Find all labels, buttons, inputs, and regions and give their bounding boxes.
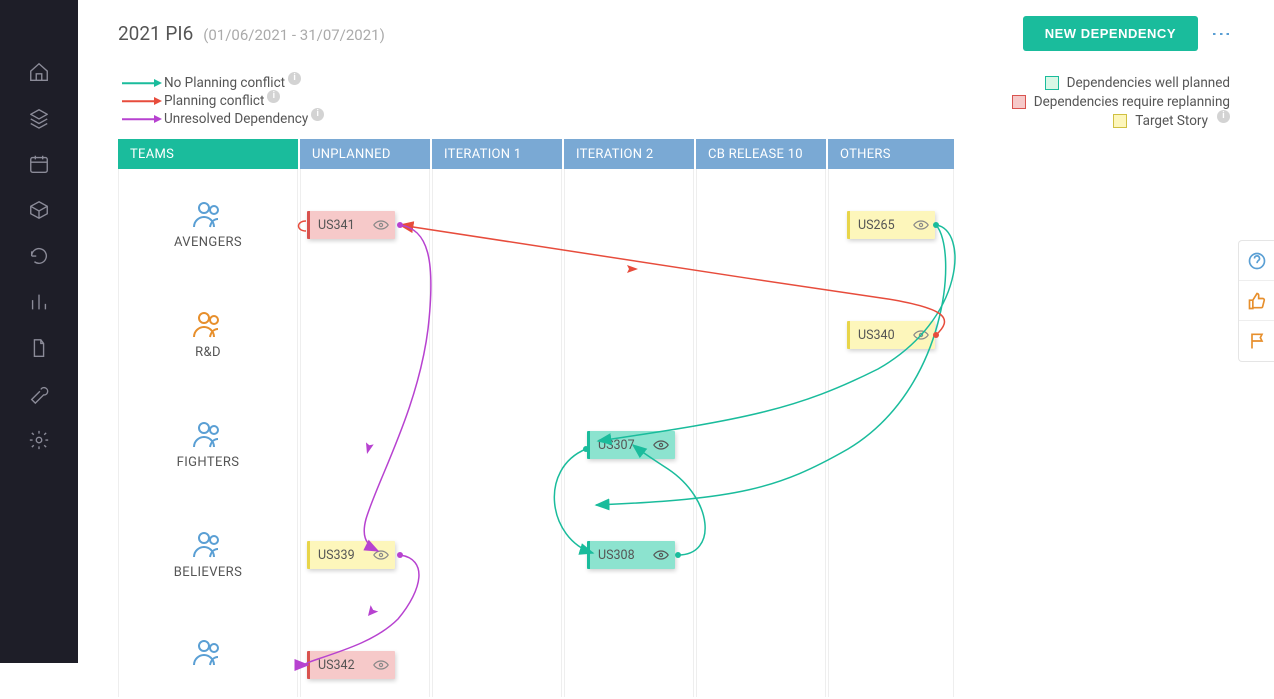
page-header: 2021 PI6 (01/06/2021 - 31/07/2021) NEW D… [118, 10, 1234, 57]
eye-icon[interactable] [653, 549, 669, 561]
column-header: UNPLANNED [300, 139, 430, 169]
box-icon[interactable] [27, 198, 51, 222]
team-row[interactable] [119, 609, 297, 697]
refresh-icon[interactable] [27, 244, 51, 268]
legend-well-planned: Dependencies well planned [1045, 75, 1230, 91]
eye-icon[interactable] [373, 659, 389, 671]
legend-label: Planning conflict [164, 93, 264, 109]
column-teams: TEAMS AVENGERS R&D FIGHTERS BELIEVERS [118, 139, 298, 697]
column-header: ITERATION 2 [564, 139, 694, 169]
card-us265[interactable]: US265 [847, 211, 935, 239]
eye-icon[interactable] [913, 219, 929, 231]
status-legend: Dependencies well planned Dependencies r… [1012, 75, 1230, 129]
legend-target-story: Target Story i [1113, 113, 1230, 129]
card-label: US340 [858, 328, 895, 343]
eye-icon[interactable] [913, 329, 929, 341]
column-iteration-1: ITERATION 1 [432, 139, 562, 697]
team-label: AVENGERS [174, 235, 242, 250]
legend-planning-conflict: Planning conflict i [122, 93, 324, 109]
team-label: R&D [195, 345, 221, 360]
column-cb-release-10: CB RELEASE 10 [696, 139, 826, 697]
more-menu-icon[interactable]: ⋮ [1210, 24, 1234, 44]
info-icon[interactable]: i [311, 108, 324, 121]
card-us339[interactable]: US339 [307, 541, 395, 569]
legend-no-conflict: No Planning conflict i [122, 75, 324, 91]
chart-icon[interactable] [27, 290, 51, 314]
home-icon[interactable] [27, 60, 51, 84]
card-us308[interactable]: US308 [587, 541, 675, 569]
layers-icon[interactable] [27, 106, 51, 130]
legend-label: Dependencies well planned [1067, 75, 1230, 91]
team-avengers[interactable]: AVENGERS [119, 169, 297, 279]
legend-label: Dependencies require replanning [1034, 94, 1230, 110]
column-header: CB RELEASE 10 [696, 139, 826, 169]
legend-label: Target Story [1135, 113, 1208, 129]
team-believers[interactable]: BELIEVERS [119, 499, 297, 609]
arrow-legend: No Planning conflict i Planning conflict… [122, 75, 324, 127]
card-label: US265 [858, 218, 895, 233]
eye-icon[interactable] [373, 549, 389, 561]
column-header: ITERATION 1 [432, 139, 562, 169]
pi-title: 2021 PI6 [118, 22, 193, 45]
card-us342[interactable]: US342 [307, 651, 395, 679]
column-unplanned: UNPLANNED US341 US339 US342 [300, 139, 430, 697]
column-others: OTHERS US265 US340 [828, 139, 954, 697]
column-iteration-2: ITERATION 2 US307 US308 [564, 139, 694, 697]
eye-icon[interactable] [653, 439, 669, 451]
card-label: US307 [598, 438, 635, 453]
dependency-board: TEAMS AVENGERS R&D FIGHTERS BELIEVERS [118, 139, 1234, 697]
card-label: US342 [318, 658, 355, 673]
column-header-teams: TEAMS [118, 139, 298, 169]
card-us307[interactable]: US307 [587, 431, 675, 459]
wrench-icon[interactable] [27, 382, 51, 406]
calendar-icon[interactable] [27, 152, 51, 176]
team-fighters[interactable]: FIGHTERS [119, 389, 297, 499]
info-icon[interactable]: i [288, 72, 301, 85]
column-header: OTHERS [828, 139, 954, 169]
team-rnd[interactable]: R&D [119, 279, 297, 389]
files-icon[interactable] [27, 336, 51, 360]
card-us341[interactable]: US341 [307, 211, 395, 239]
pi-dates: (01/06/2021 - 31/07/2021) [203, 26, 385, 44]
card-label: US341 [318, 218, 355, 233]
legend-label: No Planning conflict [164, 75, 285, 91]
card-us340[interactable]: US340 [847, 321, 935, 349]
eye-icon[interactable] [373, 219, 389, 231]
legend-label: Unresolved Dependency [164, 111, 308, 127]
left-sidebar [0, 0, 78, 663]
gear-icon[interactable] [27, 428, 51, 452]
team-label: FIGHTERS [177, 455, 240, 470]
card-label: US308 [598, 548, 635, 563]
card-label: US339 [318, 548, 355, 563]
new-dependency-button[interactable]: NEW DEPENDENCY [1023, 16, 1198, 51]
team-label: BELIEVERS [174, 565, 242, 580]
legend-unresolved: Unresolved Dependency i [122, 111, 324, 127]
info-icon[interactable]: i [267, 90, 280, 103]
info-icon[interactable]: i [1217, 110, 1230, 123]
legend-replanning: Dependencies require replanning [1012, 94, 1230, 110]
